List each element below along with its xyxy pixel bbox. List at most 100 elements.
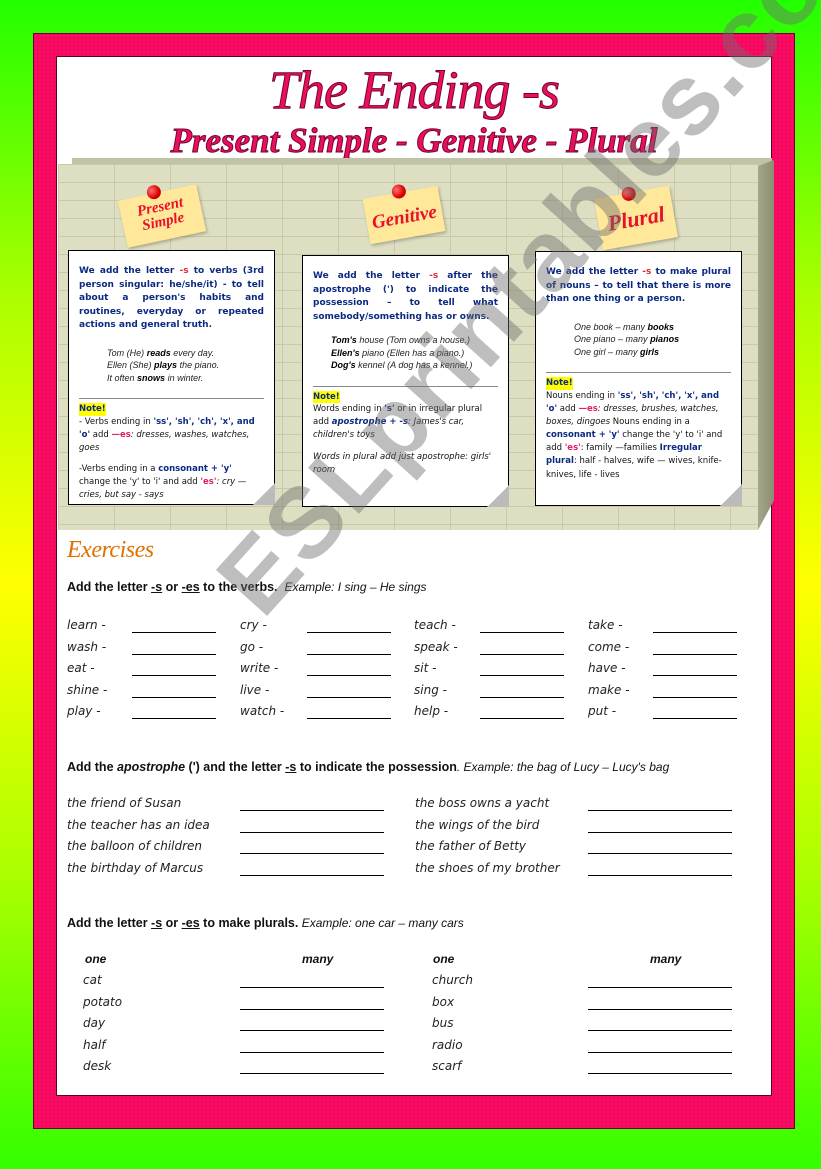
answer-blank[interactable] — [132, 632, 216, 633]
exercise-prompt: wash - — [67, 639, 107, 654]
answer-blank[interactable] — [653, 718, 737, 719]
worksheet-title: The Ending -s — [269, 60, 561, 121]
brick-wall-side — [758, 160, 774, 530]
note-text: Plural — [605, 201, 667, 236]
rule-text: - Verbs ending in 'ss', 'sh', 'ch', 'x',… — [79, 416, 255, 453]
exercises-heading: Exercises — [67, 537, 154, 563]
exercise-prompt: church — [432, 973, 473, 987]
answer-blank[interactable] — [132, 675, 216, 676]
exercise-prompt: live - — [240, 682, 270, 697]
example-line: One book – many books — [574, 321, 675, 332]
column-header-many: many — [302, 952, 334, 966]
example-line: One piano – many pianos — [574, 334, 680, 345]
exercise-prompt: eat - — [67, 661, 95, 675]
answer-blank[interactable] — [588, 831, 732, 833]
answer-blank[interactable] — [240, 1008, 384, 1010]
answer-blank[interactable] — [132, 653, 216, 655]
exercise-prompt: the wings of the bird — [415, 817, 540, 832]
card-examples: One book – many books One piano – many p… — [574, 321, 731, 359]
answer-blank[interactable] — [240, 1051, 384, 1053]
answer-blank[interactable] — [480, 718, 564, 719]
answer-blank[interactable] — [653, 675, 737, 676]
page-curl — [487, 485, 509, 507]
exercise-prompt: the shoes of my brother — [415, 860, 560, 875]
answer-blank[interactable] — [588, 987, 732, 988]
exercise-prompt: half — [83, 1037, 106, 1052]
note-label: Note! — [546, 377, 573, 390]
exercise-prompt: shine - — [67, 682, 108, 697]
rule-text: Words in plural add just apostrophe: gir… — [313, 451, 492, 475]
answer-blank[interactable] — [588, 810, 732, 811]
exercise-prompt: write - — [240, 661, 279, 675]
card-present-simple: We add the letter -s to verbs (3rd perso… — [68, 250, 275, 505]
example-line: One girl – many girls — [574, 346, 660, 357]
answer-blank[interactable] — [307, 632, 391, 633]
answer-blank[interactable] — [480, 653, 564, 655]
exercise-prompt: cry - — [240, 618, 267, 632]
exercise-prompt: scarf — [432, 1059, 462, 1073]
answer-blank[interactable] — [240, 810, 384, 811]
example-line: Tom's house (Tom owns a house.) — [331, 335, 471, 345]
column-header-many: many — [650, 952, 682, 966]
exercise-prompt: sing - — [414, 682, 447, 697]
column-header-one: one — [433, 952, 455, 966]
card-intro: We add the letter -s to make plural of n… — [546, 267, 732, 304]
answer-blank[interactable] — [307, 653, 391, 655]
answer-blank[interactable] — [307, 696, 391, 698]
exercise-prompt: watch - — [240, 704, 285, 718]
exercise-prompt: play - — [67, 704, 101, 718]
page-curl — [720, 484, 742, 506]
exercise-prompt: box — [432, 994, 455, 1009]
exercise-prompt: the boss owns a yacht — [415, 796, 550, 810]
exercise-prompt: bus — [432, 1016, 454, 1030]
card-plural: We add the letter -s to make plural of n… — [535, 251, 742, 506]
rule-text: -Verbs ending in a consonant + 'y' chang… — [79, 464, 247, 501]
answer-blank[interactable] — [240, 987, 384, 988]
divider — [79, 398, 264, 400]
answer-blank[interactable] — [653, 632, 737, 633]
answer-blank[interactable] — [653, 653, 737, 655]
note-label: Note! — [79, 403, 106, 416]
answer-blank[interactable] — [307, 718, 391, 719]
rule-text: Words ending in 's' or in irregular plur… — [313, 404, 483, 441]
answer-blank[interactable] — [588, 1051, 732, 1053]
answer-blank[interactable] — [480, 696, 564, 698]
answer-blank[interactable] — [588, 1030, 732, 1031]
divider — [546, 372, 731, 374]
answer-blank[interactable] — [132, 718, 216, 719]
exercise-prompt: the balloon of children — [67, 839, 203, 853]
answer-blank[interactable] — [240, 1030, 384, 1031]
answer-blank[interactable] — [480, 632, 564, 633]
divider — [313, 385, 498, 387]
exercise-prompt: take - — [588, 618, 623, 632]
card-examples: Tom's house (Tom owns a house.) Ellen's … — [331, 334, 498, 372]
answer-blank[interactable] — [588, 1008, 732, 1010]
answer-blank[interactable] — [588, 874, 732, 876]
example-line: It often snows in winter. — [107, 372, 204, 383]
exercise-prompt: desk — [83, 1059, 112, 1073]
example-line: Dog's kennel (A dog has a kennel.) — [331, 360, 473, 371]
answer-blank[interactable] — [307, 675, 391, 676]
answer-blank[interactable] — [588, 1073, 732, 1074]
exercise-prompt: speak - — [414, 639, 458, 654]
exercise-prompt: the birthday of Marcus — [67, 860, 204, 875]
exercise2-instruction: Add the apostrophe (') and the letter -s… — [67, 760, 670, 774]
answer-blank[interactable] — [240, 853, 384, 854]
example-line: Ellen (She) plays the piano. — [107, 360, 220, 371]
example-line: Ellen's piano (Ellen has a piano.) — [331, 347, 465, 358]
answer-blank[interactable] — [132, 696, 216, 698]
exercise3-instruction: Add the letter -s or -es to make plurals… — [67, 916, 464, 930]
exercise-prompt: sit - — [414, 661, 437, 675]
answer-blank[interactable] — [240, 831, 384, 833]
answer-blank[interactable] — [653, 696, 737, 698]
answer-blank[interactable] — [588, 853, 732, 854]
exercise-prompt: the father of Betty — [415, 839, 527, 853]
exercise-prompt: go - — [240, 639, 264, 654]
answer-blank[interactable] — [240, 1073, 384, 1074]
exercise-prompt: the friend of Susan — [67, 796, 182, 810]
card-examples: Tom (He) reads every day. Ellen (She) pl… — [107, 347, 264, 385]
note-label: Note! — [313, 390, 340, 404]
answer-blank[interactable] — [240, 874, 384, 876]
worksheet-subtitle: Present Simple - Genitive - Plural — [170, 121, 658, 161]
answer-blank[interactable] — [480, 675, 564, 676]
